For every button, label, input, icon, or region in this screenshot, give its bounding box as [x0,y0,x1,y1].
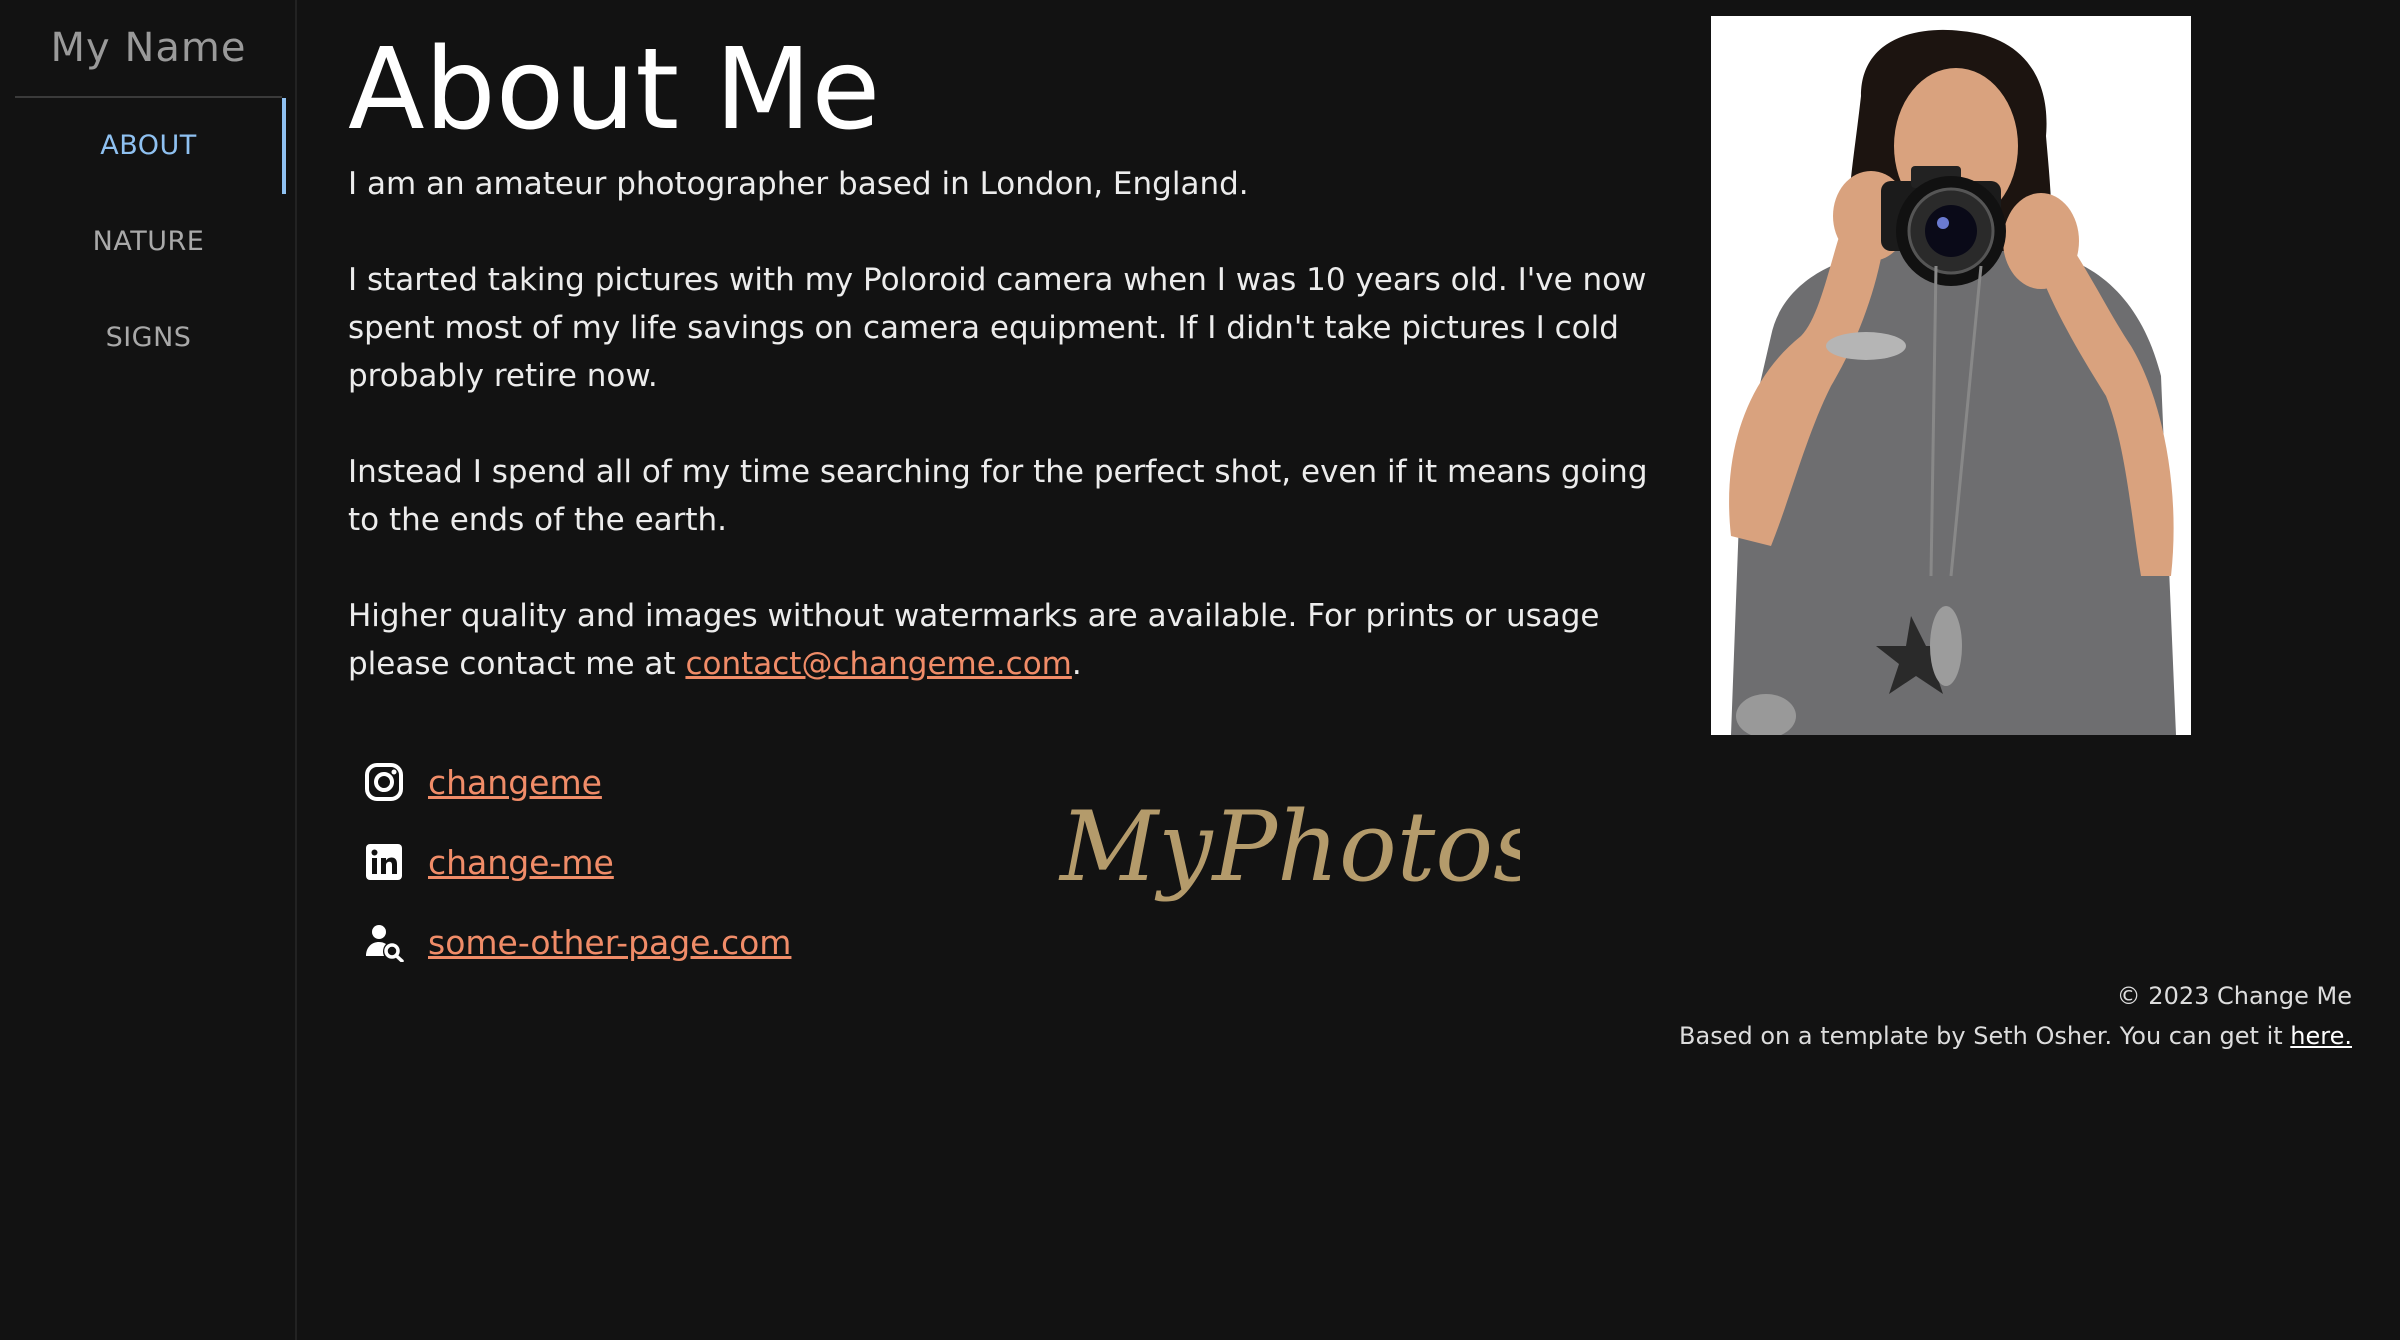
copyright-text: © 2023 Change Me [2116,982,2352,1010]
myphotos-logo: MyPhotos.com [1050,760,1776,930]
bio-paragraph: I am an amateur photographer based in Lo… [348,166,1249,202]
template-credit: Based on a template by Seth Osher. You c… [1679,1016,2352,1056]
bio-text: I am an amateur photographer based in Lo… [348,160,1688,736]
social-item-linkedin: change-me [364,822,791,902]
logo-text: MyPhotos.com [1058,791,1520,903]
user-search-icon [364,922,404,963]
contact-suffix: . [1071,646,1082,682]
contact-paragraph: Higher quality and images without waterm… [348,592,1688,688]
linkedin-link[interactable]: change-me [428,843,614,882]
instagram-icon [364,762,404,802]
social-item-instagram: changeme [364,742,791,822]
bio-paragraph: I started taking pictures with my Poloro… [348,262,1647,394]
linkedin-icon [364,842,404,882]
footer: © 2023 Change Me Based on a template by … [1679,976,2352,1056]
bio-paragraph: Instead I spend all of my time searching… [348,454,1648,538]
social-links: changeme change-me some-other-page.com [364,742,791,982]
sidebar: My Name ABOUT NATURE SIGNS [0,0,297,1340]
other-page-link[interactable]: some-other-page.com [428,923,791,962]
contact-email-link[interactable]: contact@changeme.com [685,646,1071,682]
nav-item-about[interactable]: ABOUT [15,98,286,194]
photographer-portrait [1711,16,2191,735]
nav-item-signs[interactable]: SIGNS [15,290,282,386]
instagram-link[interactable]: changeme [428,763,602,802]
template-link[interactable]: here. [2290,1022,2352,1050]
template-credit-text: Based on a template by Seth Osher. You c… [1679,1022,2291,1050]
social-item-other: some-other-page.com [364,902,791,982]
site-name[interactable]: My Name [15,0,282,98]
page-title: About Me [348,25,881,155]
nav-item-nature[interactable]: NATURE [15,194,282,290]
